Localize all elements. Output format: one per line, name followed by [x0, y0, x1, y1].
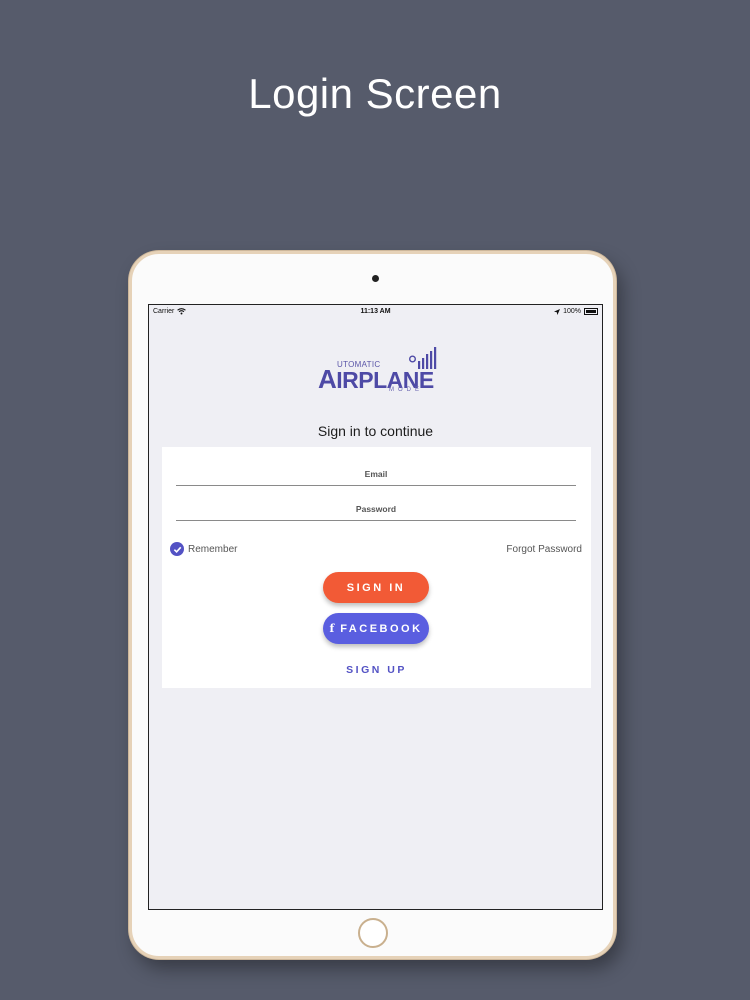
facebook-icon: f	[329, 622, 335, 635]
ipad-frame: Carrier 11:13 AM 100% UTOMATIC AIRPLANE …	[129, 251, 616, 959]
sign-in-button[interactable]: SIGN IN	[323, 572, 429, 603]
logo-bottom-text: MODE	[389, 387, 423, 393]
gear-icon	[409, 355, 416, 363]
battery-icon	[584, 308, 598, 315]
facebook-label: FACEBOOK	[340, 622, 423, 635]
facebook-login-button[interactable]: f FACEBOOK	[323, 613, 429, 644]
location-arrow-icon	[554, 308, 561, 315]
remember-label: Remember	[188, 543, 238, 555]
password-field[interactable]: Password	[176, 500, 576, 521]
email-placeholder: Email	[364, 469, 388, 479]
sign-up-link[interactable]: SIGN UP	[162, 664, 591, 676]
forgot-password-link[interactable]: Forgot Password	[506, 544, 582, 555]
home-button	[358, 918, 388, 948]
camera	[372, 275, 379, 282]
status-right: 100%	[554, 308, 598, 315]
status-bar: Carrier 11:13 AM 100%	[149, 305, 602, 319]
signin-subtitle: Sign in to continue	[317, 423, 434, 439]
status-time: 11:13 AM	[360, 308, 391, 315]
password-placeholder: Password	[355, 504, 397, 514]
login-card: Email Password Remember Forgot Password …	[162, 447, 591, 688]
battery-percent: 100%	[563, 308, 581, 315]
email-field[interactable]: Email	[176, 465, 576, 486]
remember-checkbox[interactable]: Remember	[170, 542, 237, 556]
logo-main-initial: A	[318, 364, 337, 394]
screen: Carrier 11:13 AM 100% UTOMATIC AIRPLANE …	[148, 304, 603, 910]
page-title: Login Screen	[248, 70, 502, 117]
app-logo: UTOMATIC AIRPLANE MODE	[317, 347, 439, 397]
checkmark-icon	[170, 542, 184, 556]
sign-in-label: SIGN IN	[346, 581, 406, 594]
